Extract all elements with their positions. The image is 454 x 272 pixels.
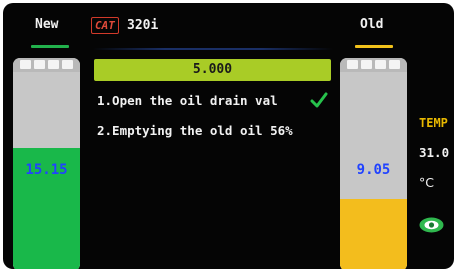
new-oil-tank[interactable]: 15.15: [13, 58, 80, 269]
step-emptying-old-oil: 2.Emptying the old oil 56%: [97, 123, 293, 138]
device-screen: New CAT 320i Old 15.15 5.000 1.Open the …: [0, 0, 454, 272]
temperature-label: TEMP: [419, 116, 448, 130]
temperature-value: 31.0: [419, 145, 450, 160]
old-oil-level-fill: [340, 199, 407, 269]
eye-icon[interactable]: [419, 217, 444, 233]
temperature-unit: °C: [419, 175, 434, 190]
step-open-drain-valve: 1.Open the oil drain val: [97, 93, 278, 108]
old-oil-tank[interactable]: 9.05: [340, 58, 407, 269]
old-oil-title: Old: [360, 17, 384, 32]
brand-badge: CAT: [91, 17, 119, 34]
machine-model: 320i: [127, 18, 159, 33]
new-oil-title: New: [35, 17, 59, 32]
main-panel: New CAT 320i Old 15.15 5.000 1.Open the …: [3, 3, 454, 269]
new-oil-amount: 15.15: [25, 162, 68, 178]
tank-cap: [340, 58, 407, 72]
header-divider: [93, 48, 333, 50]
old-oil-indicator: [355, 45, 393, 48]
tank-cap: [13, 58, 80, 72]
new-oil-indicator: [31, 45, 69, 48]
old-oil-amount: 9.05: [356, 162, 391, 178]
target-amount-field[interactable]: 5.000: [94, 59, 331, 81]
checkmark-icon: [310, 92, 328, 108]
